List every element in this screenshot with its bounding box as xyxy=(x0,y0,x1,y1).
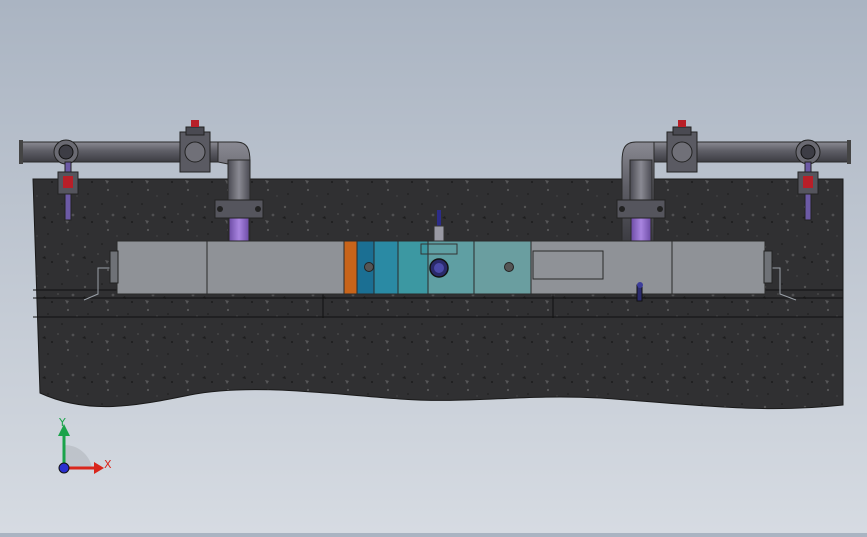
segment-orange[interactable] xyxy=(343,240,358,295)
valve-icon xyxy=(184,141,206,163)
segment-teal-1[interactable] xyxy=(397,240,429,295)
inspection-hatch xyxy=(532,250,604,280)
cad-viewport[interactable]: Y X xyxy=(0,0,867,533)
valve-icon xyxy=(671,141,693,163)
y-axis-label: Y xyxy=(58,416,66,429)
segment-blue-2[interactable] xyxy=(373,240,399,295)
x-axis-label: X xyxy=(104,458,112,471)
z-axis-icon xyxy=(58,462,70,474)
coordinate-triad: Y X xyxy=(58,416,112,474)
model-canvas[interactable]: Y X xyxy=(0,0,867,533)
segment-teal-3[interactable] xyxy=(473,240,532,295)
